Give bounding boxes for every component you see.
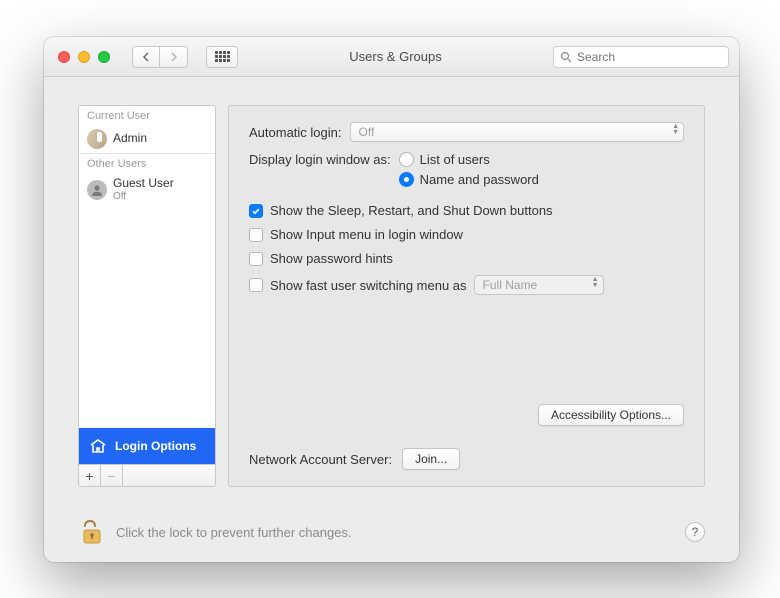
add-user-button[interactable]: + (79, 465, 101, 486)
radio-label: List of users (420, 152, 490, 167)
minimize-window-button[interactable] (78, 51, 90, 63)
sidebar-footer: + − (79, 464, 215, 486)
checkbox-label: Show password hints (270, 251, 393, 266)
checkbox-icon (249, 252, 263, 266)
checkbox-fast-user-switching-row: Show fast user switching menu as Full Na… (249, 275, 684, 295)
checkbox-password-hints[interactable]: Show password hints (249, 251, 684, 266)
chevron-updown-icon: ▲▼ (672, 124, 679, 136)
radio-label: Name and password (420, 172, 539, 187)
window-controls (58, 51, 110, 63)
search-icon (560, 51, 572, 63)
checkbox-fast-user-switching[interactable] (249, 278, 263, 292)
display-login-window-radios: List of users Name and password (399, 152, 539, 187)
sidebar-item-admin[interactable]: Admin (79, 126, 215, 153)
sidebar-item-login-options[interactable]: Login Options (79, 428, 215, 464)
close-window-button[interactable] (58, 51, 70, 63)
sidebar-item-guest[interactable]: Guest User Off (79, 174, 215, 206)
lock-text: Click the lock to prevent further change… (116, 525, 352, 540)
house-icon (89, 437, 107, 455)
users-groups-window: Users & Groups Current User Admin Other … (44, 37, 739, 562)
display-login-window-row: Display login window as: List of users N… (249, 152, 684, 187)
other-users-heading: Other Users (79, 154, 215, 174)
sidebar: Current User Admin Other Users Guest Use… (78, 105, 216, 487)
network-account-server-row: Network Account Server: Join... (249, 448, 460, 470)
checkbox-input-menu[interactable]: Show Input menu in login window (249, 227, 684, 242)
help-button[interactable]: ? (685, 522, 705, 542)
remove-user-button[interactable]: − (101, 465, 123, 486)
radio-list-of-users[interactable]: List of users (399, 152, 539, 167)
admin-avatar-icon (87, 129, 107, 149)
checkbox-label: Show the Sleep, Restart, and Shut Down b… (270, 203, 553, 218)
checkbox-sleep-restart-shutdown[interactable]: Show the Sleep, Restart, and Shut Down b… (249, 203, 684, 218)
network-account-server-label: Network Account Server: (249, 452, 392, 467)
radio-name-password[interactable]: Name and password (399, 172, 539, 187)
checkbox-label: Show fast user switching menu as (270, 278, 467, 293)
fast-switch-value: Full Name (483, 278, 538, 292)
radio-icon (399, 152, 414, 167)
back-button[interactable] (132, 46, 160, 68)
user-status: Off (113, 191, 174, 203)
current-user-heading: Current User (79, 106, 215, 126)
automatic-login-label: Automatic login: (249, 125, 342, 140)
unlocked-lock-icon (80, 519, 104, 545)
join-button[interactable]: Join... (402, 448, 460, 470)
nav-segment (132, 46, 188, 68)
body: Current User Admin Other Users Guest Use… (44, 77, 739, 487)
titlebar: Users & Groups (44, 37, 739, 77)
automatic-login-row: Automatic login: Off ▲▼ (249, 122, 684, 142)
main-panel: Automatic login: Off ▲▼ Display login wi… (228, 105, 705, 487)
checkbox-icon (249, 228, 263, 242)
login-options-label: Login Options (115, 439, 196, 453)
radio-icon (399, 172, 414, 187)
fast-switch-popup: Full Name ▲▼ (474, 275, 604, 295)
display-login-window-label: Display login window as: (249, 152, 391, 167)
user-name: Guest User (113, 177, 174, 191)
accessibility-options-button[interactable]: Accessibility Options... (538, 404, 684, 426)
automatic-login-popup[interactable]: Off ▲▼ (350, 122, 685, 142)
forward-button[interactable] (160, 46, 188, 68)
chevron-updown-icon: ▲▼ (592, 277, 599, 289)
zoom-window-button[interactable] (98, 51, 110, 63)
show-all-button[interactable] (206, 46, 238, 68)
search-field[interactable] (553, 46, 729, 68)
lock-bar: Click the lock to prevent further change… (78, 516, 705, 548)
user-name: Admin (113, 132, 147, 146)
checkbox-icon (249, 204, 263, 218)
automatic-login-value: Off (359, 125, 375, 139)
lock-button[interactable] (78, 518, 106, 546)
guest-avatar-icon (87, 180, 107, 200)
window-title: Users & Groups (248, 49, 543, 64)
checkbox-label: Show Input menu in login window (270, 227, 463, 242)
search-input[interactable] (577, 50, 722, 64)
